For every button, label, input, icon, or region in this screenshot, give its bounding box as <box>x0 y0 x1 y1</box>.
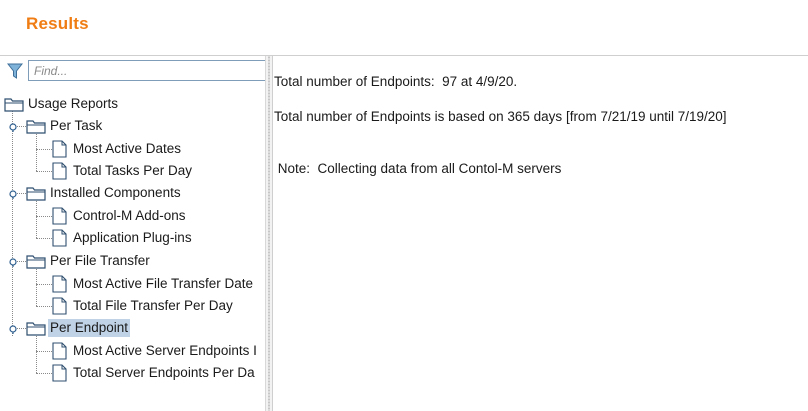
tree-group-per-file-transfer[interactable]: Per File Transfer <box>26 251 152 271</box>
document-icon <box>52 229 67 247</box>
tree-connector <box>36 336 37 373</box>
filter-icon[interactable] <box>7 62 23 80</box>
tree-item-application-plug-ins[interactable]: Application Plug-ins <box>52 228 194 248</box>
expand-toggle-icon[interactable] <box>8 257 18 267</box>
tree-item-label: Application Plug-ins <box>73 230 192 245</box>
tree-connector <box>36 351 52 352</box>
reports-tree-pane: Usage Reports Per Task Most Active Dates… <box>0 56 265 411</box>
find-input[interactable] <box>28 60 265 81</box>
folder-open-icon <box>4 97 24 112</box>
tree-connector <box>36 269 37 306</box>
tree-item-most-active-dates[interactable]: Most Active Dates <box>52 139 183 159</box>
tree-group-installed-components[interactable]: Installed Components <box>26 183 183 203</box>
tree-root-usage-reports[interactable]: Usage Reports <box>4 94 120 114</box>
folder-open-icon <box>26 119 46 134</box>
document-icon <box>52 162 67 180</box>
folder-open-icon <box>26 254 46 269</box>
tree-item-label: Total Server Endpoints Per Da <box>73 365 255 380</box>
tree-group-per-task[interactable]: Per Task <box>26 116 104 136</box>
tree-item-label: Total File Transfer Per Day <box>73 298 233 313</box>
document-icon <box>52 297 67 315</box>
tree-item-most-active-server-endpoints[interactable]: Most Active Server Endpoints I <box>52 341 259 361</box>
note-text: Note: Collecting data from all Contol-M … <box>274 161 562 176</box>
tree-group-per-endpoint[interactable]: Per Endpoint <box>26 318 131 338</box>
tree-item-label: Most Active File Transfer Date <box>73 276 254 291</box>
tree-connector <box>36 373 52 374</box>
tree-group-label: Installed Components <box>50 185 181 200</box>
tree-group-label: Per Endpoint <box>48 319 131 337</box>
tree-connector <box>36 171 52 172</box>
document-icon <box>52 140 67 158</box>
page-title: Results <box>26 14 89 33</box>
tree-connector <box>36 238 52 239</box>
tree-item-total-server-endpoints-per-day[interactable]: Total Server Endpoints Per Da <box>52 363 257 383</box>
tree-root-label: Usage Reports <box>28 96 119 111</box>
expand-toggle-icon[interactable] <box>8 189 18 199</box>
tree-item-control-m-add-ons[interactable]: Control-M Add-ons <box>52 206 188 226</box>
endpoint-range-text: Total number of Endpoints is based on 36… <box>274 109 727 124</box>
tree-item-total-file-transfer-per-day[interactable]: Total File Transfer Per Day <box>52 296 235 316</box>
tree-item-label: Total Tasks Per Day <box>73 163 193 178</box>
pane-splitter[interactable] <box>265 56 273 411</box>
filter-row <box>6 60 265 82</box>
splitter-grip[interactable] <box>268 56 270 411</box>
document-icon <box>52 207 67 225</box>
tree-item-label: Control-M Add-ons <box>73 208 186 223</box>
tree-connector <box>36 306 52 307</box>
tree-connector <box>36 216 52 217</box>
tree-connector <box>36 201 37 238</box>
tree-group-label: Per Task <box>50 118 103 133</box>
tree-item-label: Most Active Dates <box>73 141 182 156</box>
results-header: Results <box>0 0 808 56</box>
expand-toggle-icon[interactable] <box>8 324 18 334</box>
document-icon <box>52 275 67 293</box>
tree-item-label: Most Active Server Endpoints I <box>73 343 257 358</box>
tree-item-most-active-file-transfer-date[interactable]: Most Active File Transfer Date <box>52 274 255 294</box>
tree-item-total-tasks-per-day[interactable]: Total Tasks Per Day <box>52 161 194 181</box>
document-icon <box>52 364 67 382</box>
tree-connector <box>36 149 52 150</box>
folder-open-icon <box>26 321 46 336</box>
tree-connector <box>12 110 13 336</box>
endpoint-count-text: Total number of Endpoints: 97 at 4/9/20. <box>274 74 518 89</box>
tree-group-label: Per File Transfer <box>50 253 150 268</box>
document-icon <box>52 342 67 360</box>
expand-toggle-icon[interactable] <box>8 122 18 132</box>
folder-open-icon <box>26 186 46 201</box>
tree-connector <box>36 134 37 171</box>
report-details-pane: Total number of Endpoints: 97 at 4/9/20.… <box>273 56 808 411</box>
tree-connector <box>36 284 52 285</box>
